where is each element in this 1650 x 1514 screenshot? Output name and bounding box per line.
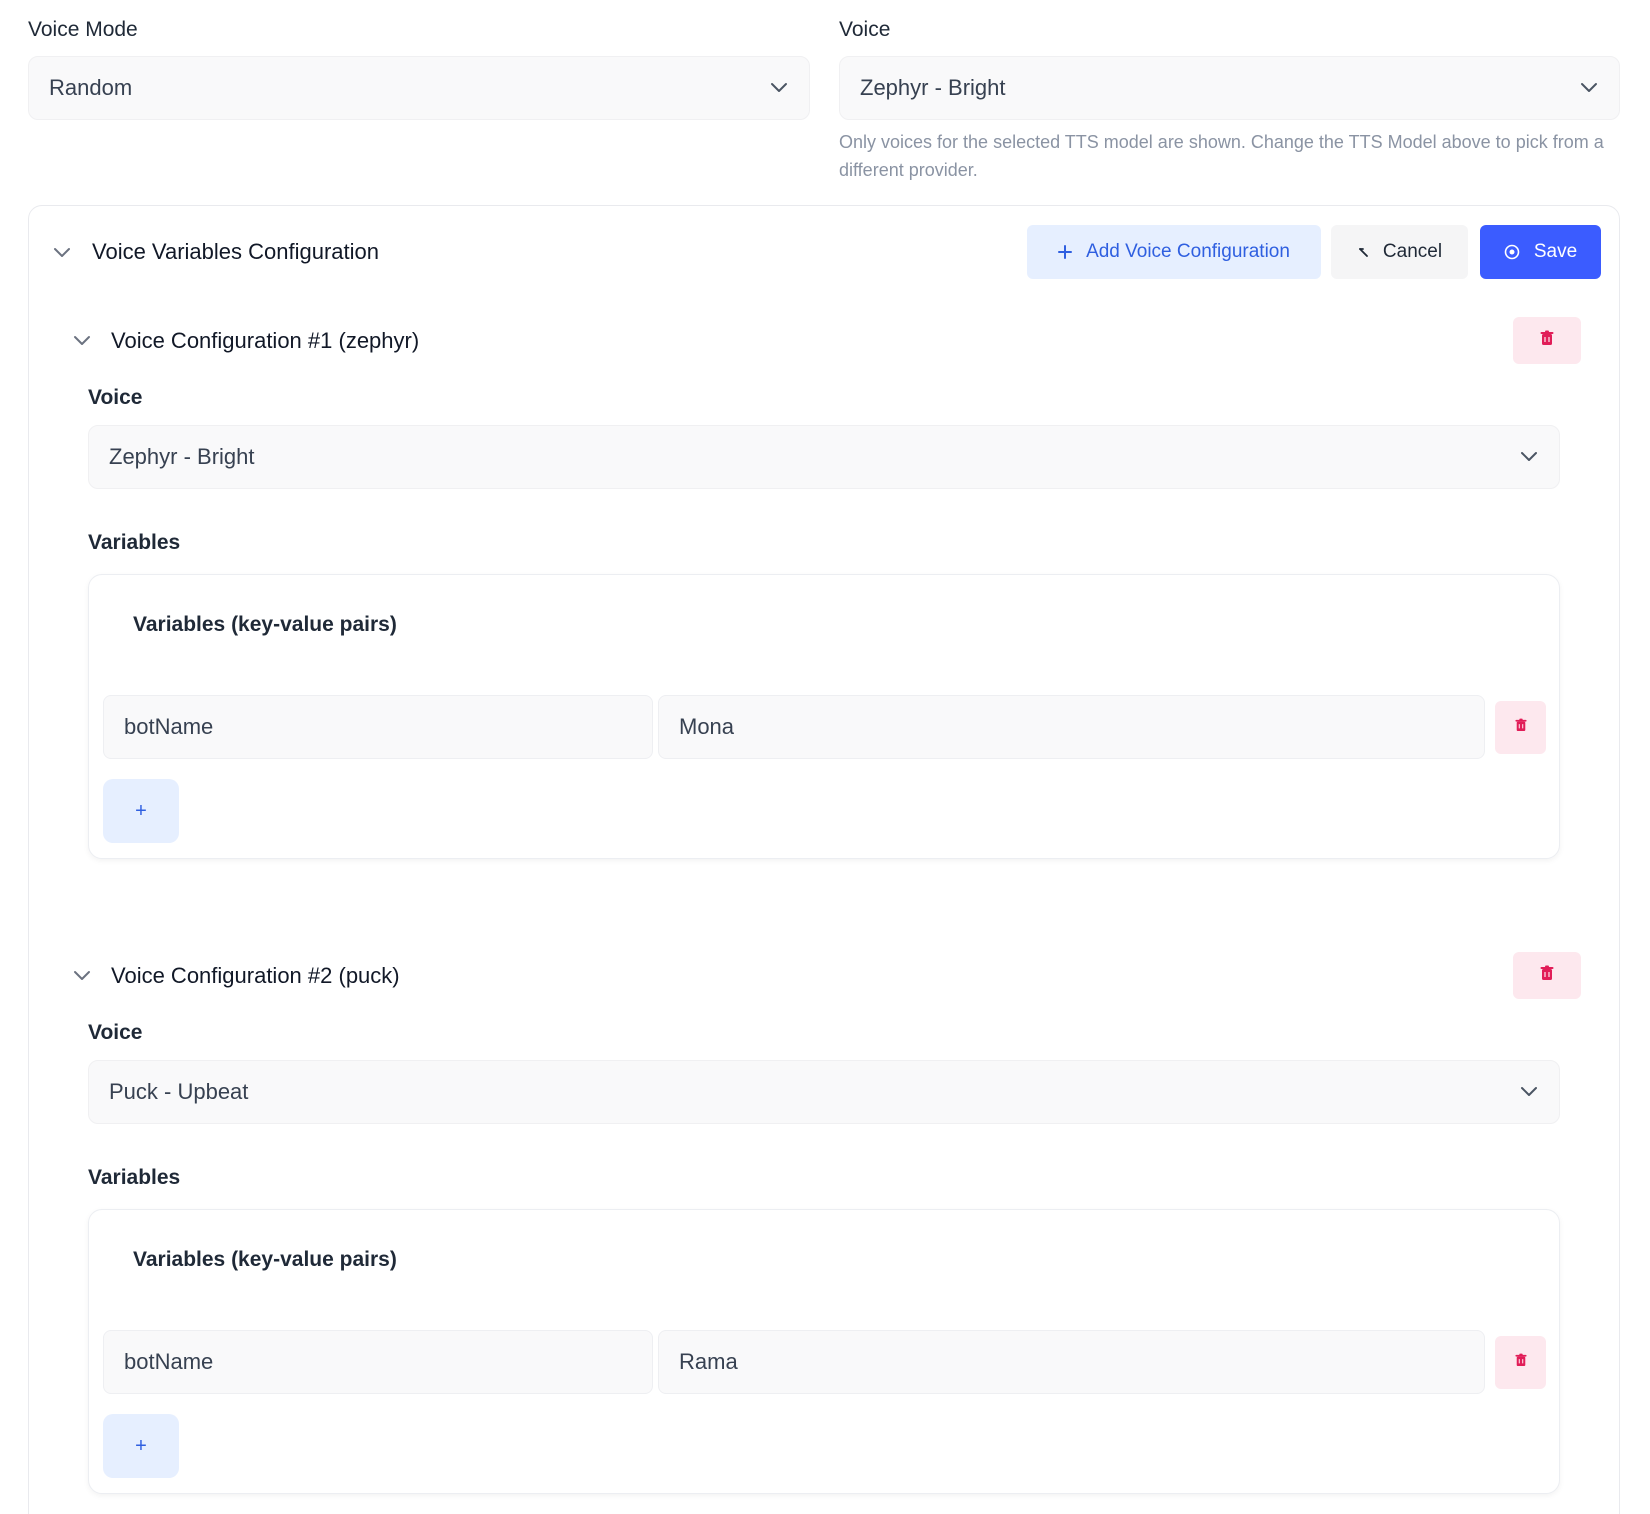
delete-config-button[interactable] bbox=[1513, 952, 1581, 999]
voice-select[interactable]: Zephyr - Bright bbox=[839, 56, 1620, 120]
trash-icon bbox=[1540, 965, 1554, 986]
cancel-button[interactable]: Cancel bbox=[1331, 225, 1468, 279]
cancel-label: Cancel bbox=[1382, 241, 1443, 262]
plus-icon: + bbox=[135, 799, 147, 822]
variable-key-input[interactable]: botName bbox=[103, 1330, 653, 1394]
voice-mode-select[interactable]: Random bbox=[28, 56, 810, 120]
save-label: Save bbox=[1533, 241, 1578, 262]
config-variables-label: Variables bbox=[88, 1166, 181, 1189]
config-voice-value: Zephyr - Bright bbox=[109, 444, 255, 469]
trash-icon bbox=[1540, 330, 1554, 351]
config-voice-select[interactable]: Zephyr - Bright bbox=[88, 425, 1560, 489]
save-button[interactable]: Save bbox=[1480, 225, 1601, 279]
plus-icon: + bbox=[135, 1434, 147, 1457]
variables-card-title: Variables (key-value pairs) bbox=[133, 613, 397, 636]
voice-mode-value: Random bbox=[49, 75, 133, 100]
chevron-down-icon bbox=[1579, 78, 1599, 98]
voice-value: Zephyr - Bright bbox=[860, 75, 1006, 100]
config-title: Voice Configuration #1 (zephyr) bbox=[111, 328, 420, 353]
save-icon bbox=[1504, 244, 1520, 260]
config-collapse-chevron-icon[interactable] bbox=[71, 965, 93, 987]
close-icon bbox=[1357, 246, 1369, 258]
panel-title: Voice Variables Configuration bbox=[92, 239, 379, 264]
delete-config-button[interactable] bbox=[1513, 317, 1581, 364]
add-voice-configuration-label: Add Voice Configuration bbox=[1086, 241, 1290, 262]
plus-icon bbox=[1058, 245, 1073, 259]
collapse-chevron-icon[interactable] bbox=[51, 242, 73, 264]
voice-variables-panel: Voice Variables Configuration Add Voice … bbox=[28, 205, 1620, 1514]
add-variable-button[interactable]: + bbox=[103, 1414, 179, 1478]
add-voice-configuration-button[interactable]: Add Voice Configuration bbox=[1027, 225, 1321, 279]
voice-settings-page: Voice Mode Random Voice Zephyr - Bright … bbox=[0, 0, 1650, 1514]
variables-card: Variables (key-value pairs) botName Rama… bbox=[88, 1209, 1560, 1494]
add-variable-button[interactable]: + bbox=[103, 779, 179, 843]
config-voice-label: Voice bbox=[88, 1021, 143, 1044]
voice-mode-label: Voice Mode bbox=[28, 18, 138, 41]
voice-label: Voice bbox=[839, 18, 891, 41]
chevron-down-icon bbox=[769, 78, 789, 98]
variable-value-input[interactable]: Mona bbox=[658, 695, 1485, 759]
voice-helper-text: Only voices for the selected TTS model a… bbox=[839, 132, 1604, 180]
config-variables-label: Variables bbox=[88, 531, 181, 554]
variables-card-title: Variables (key-value pairs) bbox=[133, 1248, 397, 1271]
chevron-down-icon bbox=[1519, 447, 1539, 467]
variable-key-input[interactable]: botName bbox=[103, 695, 653, 759]
chevron-down-icon bbox=[1519, 1082, 1539, 1102]
config-title: Voice Configuration #2 (puck) bbox=[111, 963, 400, 988]
config-voice-value: Puck - Upbeat bbox=[109, 1079, 249, 1104]
config-voice-label: Voice bbox=[88, 386, 143, 409]
variables-card: Variables (key-value pairs) botName Mona… bbox=[88, 574, 1560, 859]
config-collapse-chevron-icon[interactable] bbox=[71, 330, 93, 352]
delete-variable-button[interactable] bbox=[1495, 1336, 1546, 1389]
delete-variable-button[interactable] bbox=[1495, 701, 1546, 754]
variable-value-input[interactable]: Rama bbox=[658, 1330, 1485, 1394]
trash-icon bbox=[1514, 718, 1527, 737]
trash-icon bbox=[1514, 1353, 1527, 1372]
config-voice-select[interactable]: Puck - Upbeat bbox=[88, 1060, 1560, 1124]
